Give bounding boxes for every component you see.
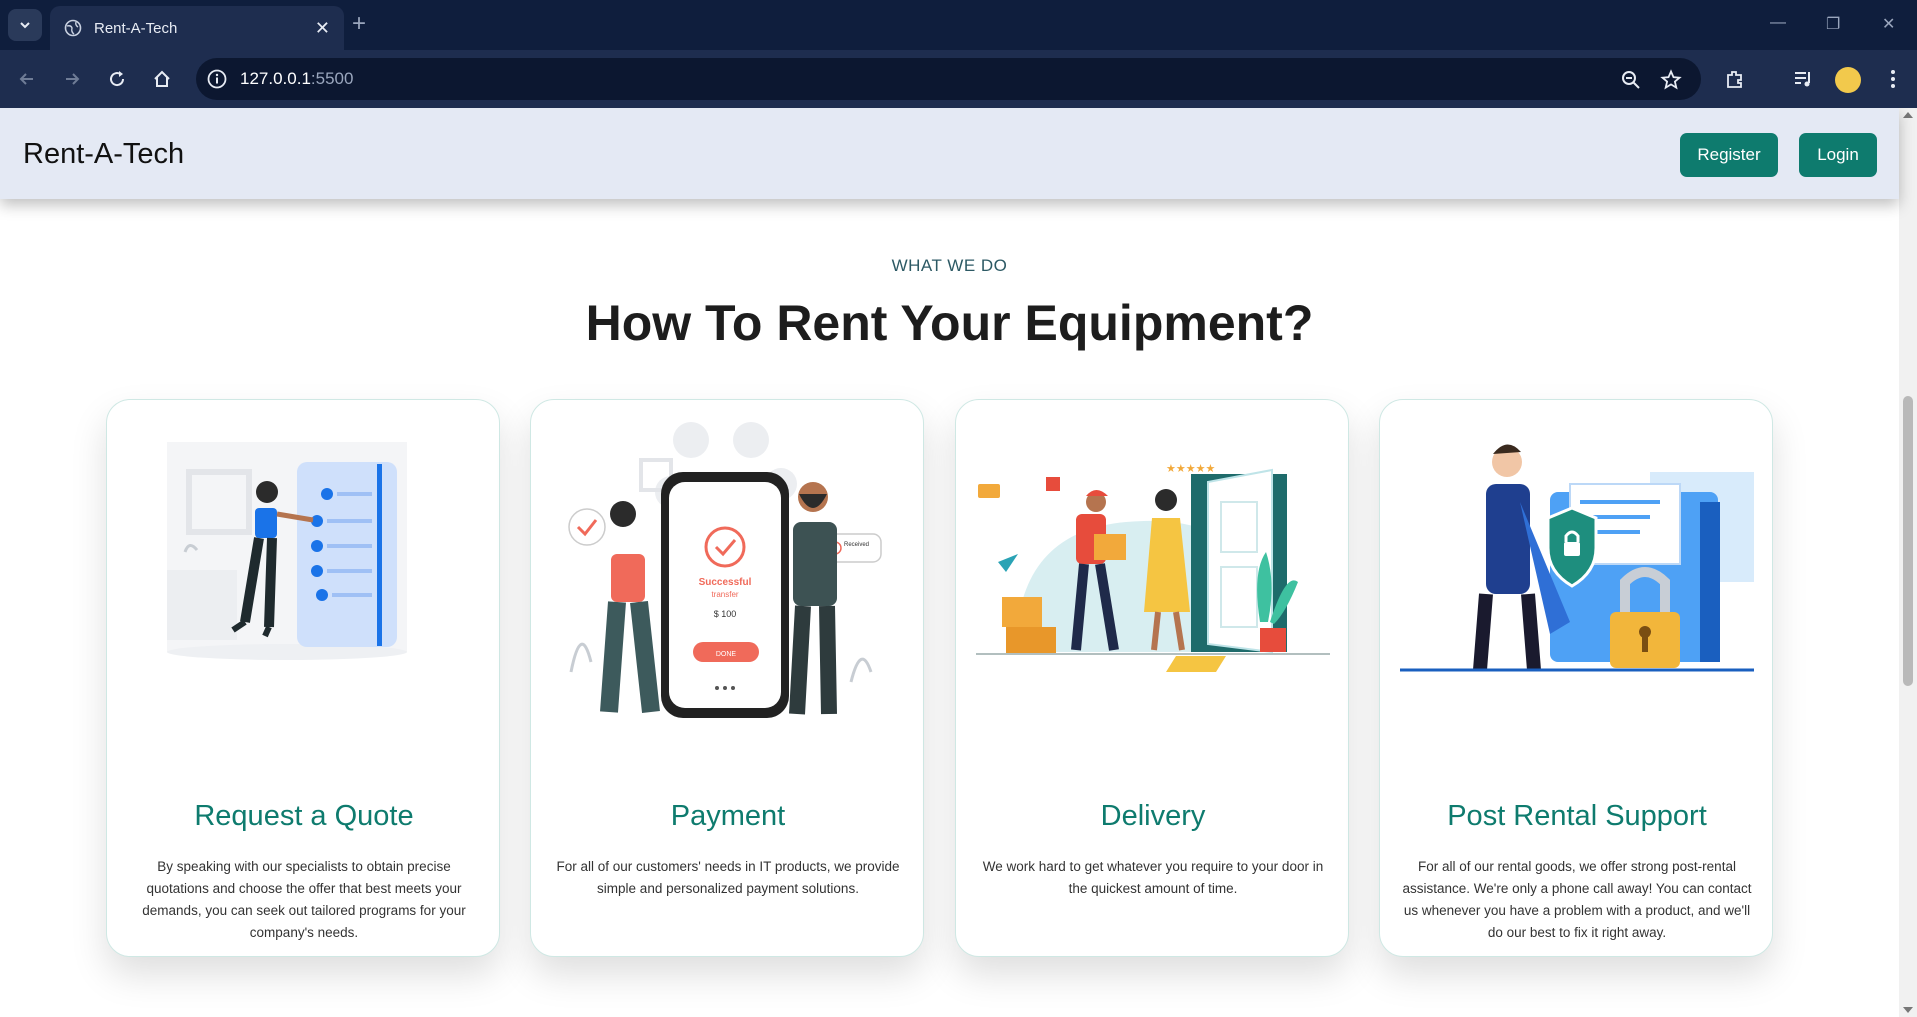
back-icon[interactable] bbox=[14, 66, 40, 92]
url-host: 127.0.0.1 bbox=[240, 69, 311, 88]
card-post-rental-support: Post Rental Support For all of our renta… bbox=[1379, 399, 1773, 957]
card-delivery: ★★★★★ Delivery We work hard to get whate bbox=[955, 399, 1349, 957]
globe-icon bbox=[64, 19, 82, 37]
card-description: We work hard to get whatever you require… bbox=[982, 859, 1324, 896]
request-quote-illustration bbox=[167, 442, 407, 660]
tab-search-button[interactable] bbox=[8, 9, 42, 41]
profile-avatar[interactable] bbox=[1835, 67, 1861, 93]
register-button[interactable]: Register bbox=[1680, 133, 1778, 177]
site-header: Rent-A-Tech Register Login bbox=[0, 108, 1899, 199]
payment-amount-text: $ 100 bbox=[714, 609, 737, 619]
card-description: For all of our rental goods, we offer st… bbox=[1402, 859, 1752, 940]
scrollbar-thumb[interactable] bbox=[1903, 396, 1913, 686]
payment-substatus-text: transfer bbox=[711, 590, 738, 599]
card-title: Request a Quote bbox=[194, 800, 414, 832]
received-label-text: Received bbox=[844, 542, 869, 548]
new-tab-button[interactable]: + bbox=[352, 12, 366, 36]
payment-done-text: DONE bbox=[716, 651, 737, 658]
section-headline: How To Rent Your Equipment? bbox=[585, 295, 1314, 351]
card-payment: Successful transfer $ 100 DONE Received … bbox=[530, 399, 924, 957]
svg-text:★★★★★: ★★★★★ bbox=[1166, 463, 1215, 475]
card-description: By speaking with our specialists to obta… bbox=[142, 859, 466, 940]
home-icon[interactable] bbox=[149, 66, 175, 92]
bookmark-star-icon[interactable] bbox=[1660, 69, 1682, 91]
section-eyebrow: WHAT WE DO bbox=[891, 256, 1008, 275]
tab-title: Rent-A-Tech bbox=[94, 19, 178, 37]
page-viewport: Rent-A-Tech Register Login WHAT WE DO Ho… bbox=[0, 108, 1917, 1017]
browser-toolbar: 127.0.0.1:5500 bbox=[0, 50, 1917, 108]
delivery-illustration: ★★★★★ bbox=[976, 463, 1330, 672]
card-title: Payment bbox=[670, 800, 786, 832]
card-request-quote: Request a Quote By speaking with our spe… bbox=[106, 399, 500, 957]
restore-icon[interactable]: ❐ bbox=[1826, 14, 1840, 34]
media-control-icon[interactable] bbox=[1790, 66, 1816, 92]
minimize-icon[interactable]: — bbox=[1770, 14, 1786, 32]
browser-tab-active[interactable]: Rent-A-Tech ✕ bbox=[50, 6, 344, 50]
card-description: For all of our customers' needs in IT pr… bbox=[556, 859, 900, 896]
scroll-up-arrow-icon[interactable] bbox=[1903, 112, 1913, 118]
login-button[interactable]: Login bbox=[1799, 133, 1877, 177]
payment-status-text: Successful bbox=[699, 577, 752, 588]
site-info-icon[interactable] bbox=[206, 68, 228, 90]
chevron-down-icon bbox=[20, 22, 30, 29]
extensions-icon[interactable] bbox=[1722, 66, 1748, 92]
window-close-icon[interactable]: ✕ bbox=[1882, 14, 1895, 34]
post-rental-support-illustration bbox=[1400, 444, 1754, 672]
close-tab-icon[interactable]: ✕ bbox=[315, 19, 330, 37]
payment-illustration: Successful transfer $ 100 DONE Received bbox=[568, 422, 882, 718]
url-port: :5500 bbox=[310, 69, 354, 88]
forward-icon[interactable] bbox=[59, 66, 85, 92]
card-title: Delivery bbox=[1100, 800, 1206, 832]
brand-logo-text[interactable]: Rent-A-Tech bbox=[23, 138, 184, 171]
menu-kebab-icon[interactable] bbox=[1880, 66, 1906, 92]
reload-icon[interactable] bbox=[104, 66, 130, 92]
card-title: Post Rental Support bbox=[1447, 800, 1707, 832]
zoom-icon[interactable] bbox=[1620, 69, 1642, 91]
browser-tabbar: Rent-A-Tech ✕ + — ❐ ✕ bbox=[0, 0, 1917, 50]
scroll-down-arrow-icon[interactable] bbox=[1903, 1007, 1913, 1013]
address-bar[interactable]: 127.0.0.1:5500 bbox=[196, 58, 1701, 100]
page-scrollbar[interactable] bbox=[1899, 108, 1917, 1017]
